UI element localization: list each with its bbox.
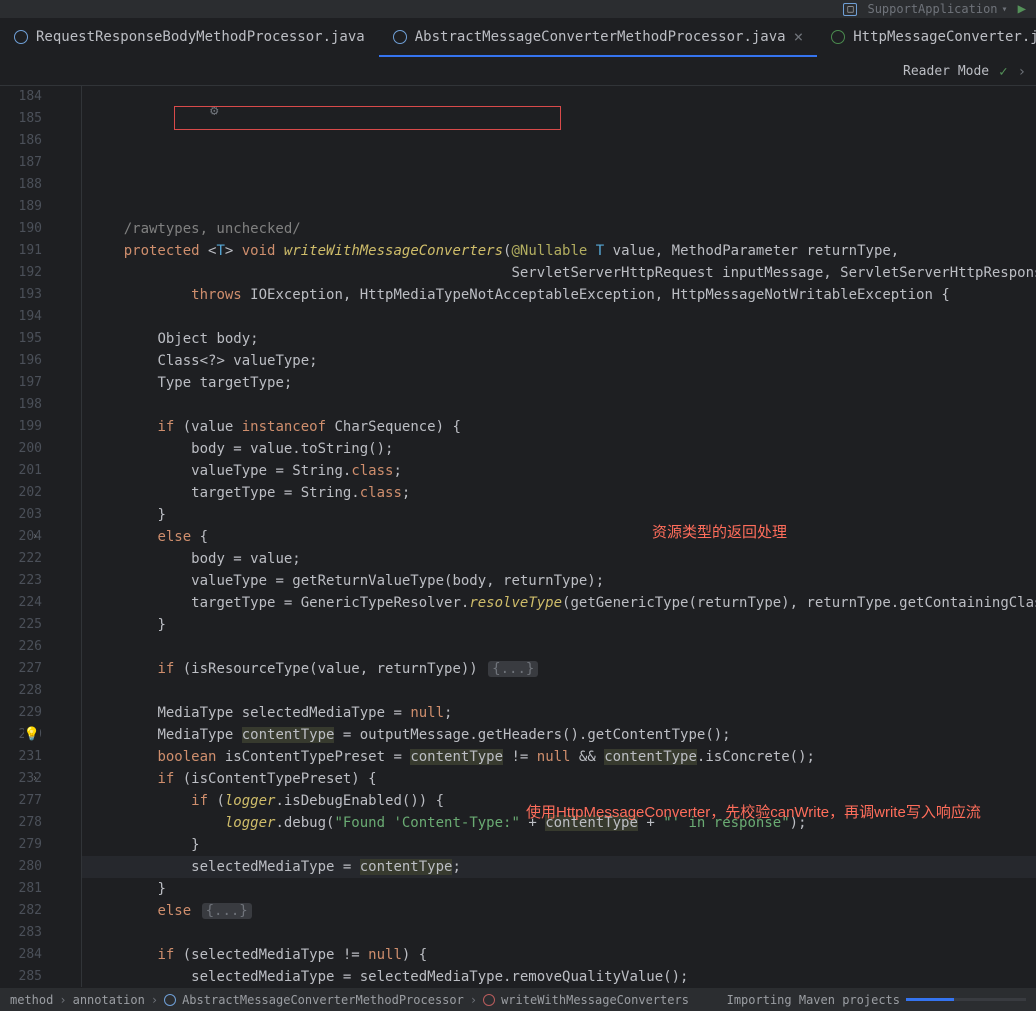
breadcrumb-item[interactable]: method: [10, 993, 53, 1007]
annotation-box: [174, 106, 561, 130]
code-line[interactable]: if (logger.isDebugEnabled()) {: [82, 790, 1036, 812]
tab-label: AbstractMessageConverterMethodProcessor.…: [415, 29, 786, 45]
code-line[interactable]: }: [82, 834, 1036, 856]
tab-request-response[interactable]: RequestResponseBodyMethodProcessor.java: [0, 18, 379, 57]
code-line[interactable]: throws IOException, HttpMediaTypeNotAcce…: [82, 284, 1036, 306]
margin-stripe: [60, 86, 82, 987]
code-line[interactable]: Object body;: [82, 328, 1036, 350]
tab-label: RequestResponseBodyMethodProcessor.java: [36, 29, 365, 45]
class-icon: [14, 30, 28, 44]
code-line[interactable]: logger.debug("Found 'Content-Type:" + co…: [82, 812, 1036, 834]
run-config-selector[interactable]: SupportApplication ▾: [867, 2, 1007, 16]
code-area[interactable]: ⚙ 资源类型的返回处理 使用HttpMessageConverter，先校验ca…: [82, 86, 1036, 987]
bulb-icon[interactable]: 💡: [24, 724, 40, 746]
check-icon[interactable]: ✓: [999, 64, 1007, 80]
top-toolbar: □ SupportApplication ▾ ▶: [0, 0, 1036, 18]
interface-icon: [831, 30, 845, 44]
code-line[interactable]: protected <T> void writeWithMessageConve…: [82, 240, 1036, 262]
reader-mode-label[interactable]: Reader Mode: [903, 64, 989, 79]
code-line[interactable]: [82, 306, 1036, 328]
code-line[interactable]: valueType = String.class;: [82, 460, 1036, 482]
code-line[interactable]: targetType = GenericTypeResolver.resolve…: [82, 592, 1036, 614]
code-line[interactable]: else {...}: [82, 900, 1036, 922]
method-icon: [483, 994, 495, 1006]
code-line[interactable]: }: [82, 614, 1036, 636]
code-line[interactable]: else {: [82, 526, 1036, 548]
breadcrumb-item[interactable]: writeWithMessageConverters: [501, 993, 689, 1007]
breadcrumb-item[interactable]: AbstractMessageConverterMethodProcessor: [182, 993, 464, 1007]
class-icon: [164, 994, 176, 1006]
line-gutter: 1841851861871881891901911921931941951961…: [0, 86, 60, 987]
code-line[interactable]: [82, 394, 1036, 416]
gear-icon[interactable]: ⚙: [210, 100, 218, 122]
code-line[interactable]: if (selectedMediaType != null) {: [82, 944, 1036, 966]
code-line[interactable]: boolean isContentTypePreset = contentTyp…: [82, 746, 1036, 768]
code-line[interactable]: valueType = getReturnValueType(body, ret…: [82, 570, 1036, 592]
class-icon: [393, 30, 407, 44]
code-line[interactable]: body = value;: [82, 548, 1036, 570]
close-icon[interactable]: ×: [794, 27, 804, 46]
code-line[interactable]: if (value instanceof CharSequence) {: [82, 416, 1036, 438]
code-line[interactable]: }: [82, 878, 1036, 900]
fold-icon[interactable]: ›: [32, 526, 38, 548]
code-line[interactable]: /rawtypes, unchecked/: [82, 218, 1036, 240]
code-line[interactable]: body = value.toString();: [82, 438, 1036, 460]
fold-icon[interactable]: ›: [32, 768, 38, 790]
chevron-right-icon: ›: [151, 993, 158, 1007]
code-line[interactable]: [82, 680, 1036, 702]
code-line[interactable]: selectedMediaType = contentType;: [82, 856, 1036, 878]
code-line[interactable]: MediaType selectedMediaType = null;: [82, 702, 1036, 724]
tab-http-message-converter[interactable]: HttpMessageConverter.java: [817, 18, 1036, 57]
code-line[interactable]: ServletServerHttpRequest inputMessage, S…: [82, 262, 1036, 284]
editor: 1841851861871881891901911921931941951961…: [0, 86, 1036, 987]
chevron-icon[interactable]: ›: [1018, 64, 1026, 80]
chevron-right-icon: ›: [59, 993, 66, 1007]
breadcrumb: method › annotation › AbstractMessageCon…: [0, 987, 1036, 1011]
editor-tabs: RequestResponseBodyMethodProcessor.java …: [0, 18, 1036, 58]
code-line[interactable]: if (isContentTypePreset) {: [82, 768, 1036, 790]
code-line[interactable]: Type targetType;: [82, 372, 1036, 394]
code-line[interactable]: Class<?> valueType;: [82, 350, 1036, 372]
reader-mode-bar: Reader Mode ✓ ›: [0, 58, 1036, 86]
run-icon[interactable]: ▶: [1018, 1, 1026, 17]
tab-abstract-converter[interactable]: AbstractMessageConverterMethodProcessor.…: [379, 18, 818, 57]
code-line[interactable]: targetType = String.class;: [82, 482, 1036, 504]
run-config-icon: □: [843, 3, 857, 16]
import-status: Importing Maven projects: [727, 993, 900, 1007]
progress-bar: [906, 998, 1026, 1001]
code-line[interactable]: selectedMediaType = selectedMediaType.re…: [82, 966, 1036, 987]
code-line[interactable]: MediaType contentType = outputMessage.ge…: [82, 724, 1036, 746]
breadcrumb-item[interactable]: annotation: [73, 993, 145, 1007]
code-line[interactable]: if (isResourceType(value, returnType)) {…: [82, 658, 1036, 680]
code-line[interactable]: [82, 636, 1036, 658]
code-line[interactable]: }: [82, 504, 1036, 526]
chevron-right-icon: ›: [470, 993, 477, 1007]
chevron-down-icon: ▾: [1002, 4, 1008, 15]
tab-label: HttpMessageConverter.java: [853, 29, 1036, 45]
code-line[interactable]: [82, 922, 1036, 944]
